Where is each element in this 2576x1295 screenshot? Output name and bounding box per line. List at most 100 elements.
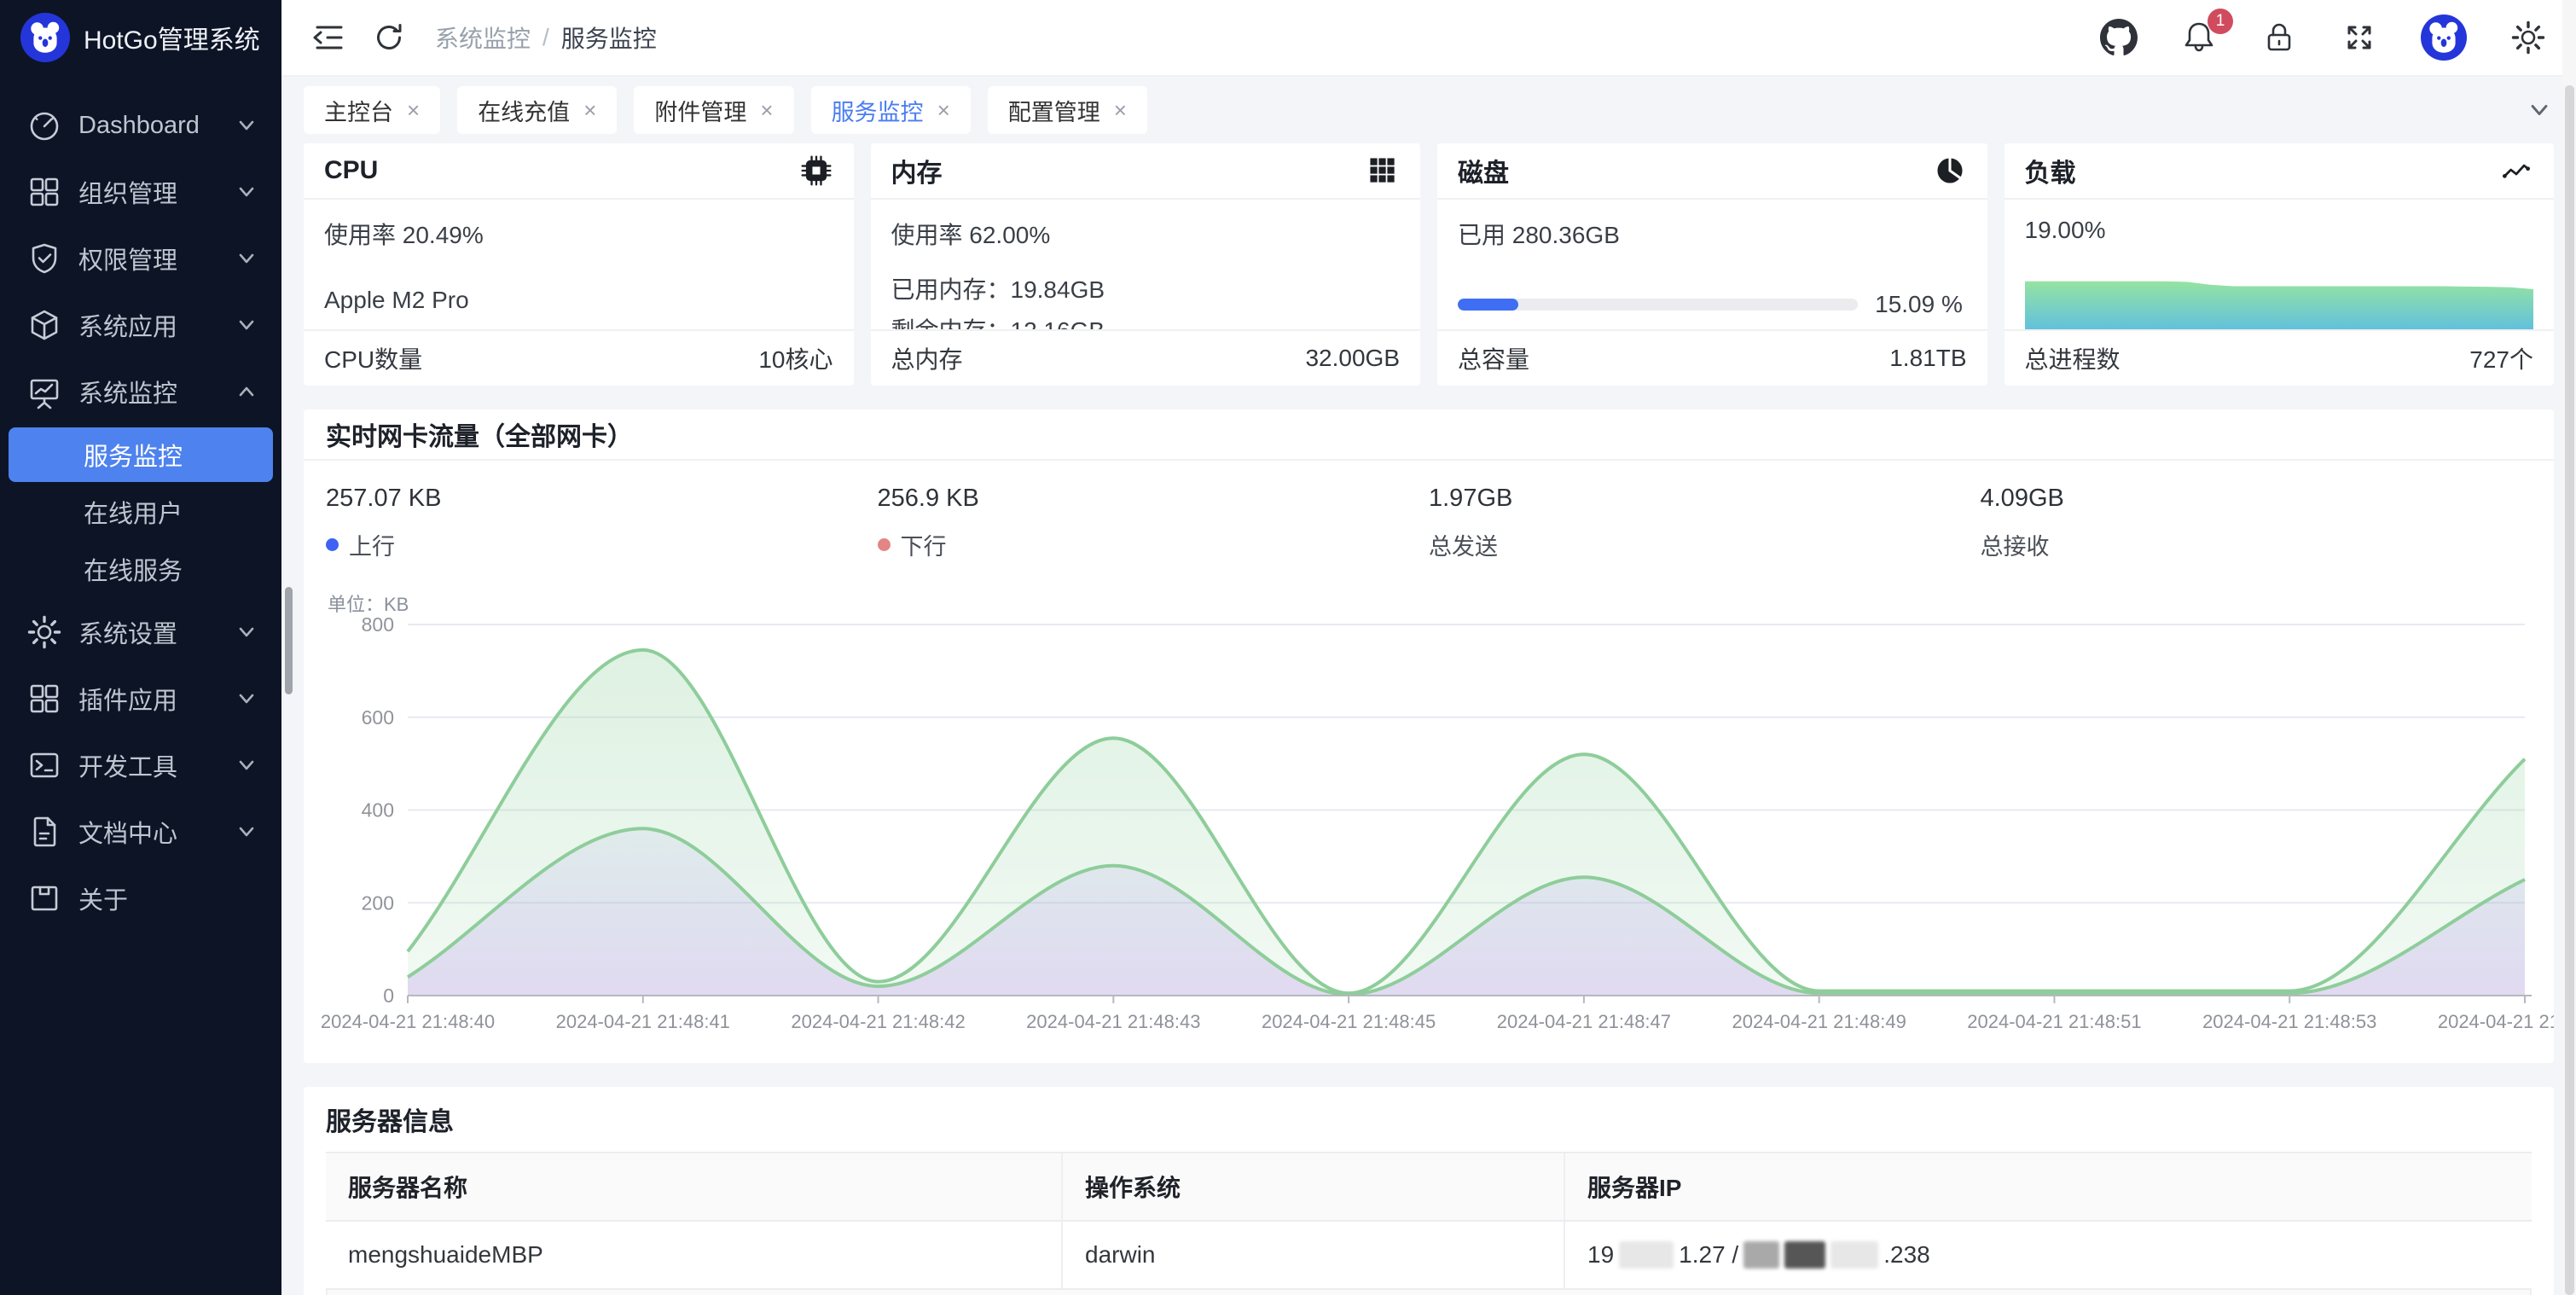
- stat-value: 257.07 KB: [326, 485, 878, 513]
- sidebar-item-dev-tools[interactable]: 开发工具: [0, 732, 281, 798]
- memory-free-text: 剩余内存：12.16GB: [891, 312, 1401, 329]
- sidebar-item-doc-center[interactable]: 文档中心: [0, 798, 281, 865]
- memory-usage-text: 使用率 62.00%: [891, 217, 1401, 251]
- server-ip-cell: 191.27 /.238: [1564, 1221, 2532, 1289]
- sidebar-item-system-settings[interactable]: 系统设置: [0, 599, 281, 665]
- load-card-title: 负载: [2025, 152, 2076, 189]
- logo-row[interactable]: HotGo管理系统: [0, 0, 281, 75]
- tabs-collapse-chevron-icon[interactable]: [2525, 96, 2554, 125]
- load-sparkline: [2025, 280, 2534, 329]
- server-info-panel: 服务器信息 服务器名称操作系统服务器IP mengshuaideMBPdarwi…: [304, 1087, 2554, 1295]
- server-table-wrap: 服务器名称操作系统服务器IP mengshuaideMBPdarwin191.2…: [304, 1152, 2554, 1295]
- tab-online-recharge[interactable]: 在线充值×: [457, 86, 617, 134]
- breadcrumb-parent[interactable]: 系统监控: [435, 20, 531, 55]
- close-tab-icon[interactable]: ×: [407, 99, 420, 121]
- sidebar-item-label: 开发工具: [78, 747, 234, 783]
- tab-config-manage[interactable]: 配置管理 ×: [988, 86, 1147, 134]
- bell-icon[interactable]: 1: [2180, 19, 2218, 56]
- stat-value: 256.9 KB: [878, 485, 1430, 513]
- sidebar-item-about[interactable]: 关于: [0, 865, 281, 932]
- tabs-bar: 主控台×在线充值×附件管理×服务监控×配置管理×: [281, 77, 2576, 143]
- close-tab-icon[interactable]: ×: [1114, 99, 1127, 121]
- chevron-up-icon: [234, 379, 259, 404]
- sidebar-item-label: 权限管理: [78, 241, 234, 276]
- cpu-footer-label: CPU数量: [324, 341, 422, 375]
- refresh-icon[interactable]: [370, 19, 408, 56]
- redacted-ip-block: [1830, 1241, 1878, 1269]
- cpu-card-title: CPU: [324, 156, 378, 185]
- svg-text:2024-04-21 21:48:41: 2024-04-21 21:48:41: [556, 1011, 730, 1032]
- network-stat-0: 257.07 KB上行: [326, 485, 878, 561]
- sidebar-item-label: 系统应用: [78, 307, 234, 343]
- page-content: CPU 使用率 20.49% Apple M2 Pro CPU数量 10核心 内…: [281, 143, 2576, 1295]
- stat-label: 下行: [878, 528, 1430, 561]
- svg-text:600: 600: [362, 706, 394, 729]
- sidebar-item-label: 关于: [78, 880, 234, 916]
- svg-text:2024-04-21 21:48:55: 2024-04-21 21:48:55: [2438, 1011, 2554, 1032]
- collapse-sidebar-icon[interactable]: [310, 19, 348, 56]
- sidebar-subitem-online-users[interactable]: 在线用户: [9, 485, 273, 539]
- disk-footer-label: 总容量: [1458, 341, 1529, 375]
- sidebar-subitem-online-services[interactable]: 在线服务: [9, 542, 273, 596]
- chevron-down-icon: [234, 246, 259, 271]
- fullscreen-icon[interactable]: [2341, 19, 2378, 56]
- breadcrumb-separator: /: [542, 24, 549, 51]
- sidebar: HotGo管理系统 Dashboard组织管理权限管理系统应用系统监控服务监控在…: [0, 0, 281, 1295]
- page-scrollbar[interactable]: [2562, 0, 2576, 1295]
- sidebar-item-plugin-apps[interactable]: 插件应用: [0, 665, 281, 732]
- server-table-header-2: 服务器IP: [1564, 1153, 2532, 1221]
- sidebar-item-permission-manage[interactable]: 权限管理: [0, 225, 281, 292]
- terminal-icon: [26, 746, 63, 784]
- sidebar-item-org-manage[interactable]: 组织管理: [0, 159, 281, 225]
- disk-percent-text: 15.09 %: [1871, 288, 1967, 321]
- page-scrollbar-thumb[interactable]: [2565, 85, 2574, 1295]
- sidebar-item-dashboard[interactable]: Dashboard: [0, 92, 281, 159]
- redacted-ip-block: [1743, 1241, 1779, 1269]
- disk-footer-value: 1.81TB: [1889, 345, 1966, 372]
- server-name-cell: mengshuaideMBP: [326, 1221, 1062, 1289]
- sidebar-item-system-apps[interactable]: 系统应用: [0, 292, 281, 358]
- close-tab-icon[interactable]: ×: [583, 99, 596, 121]
- svg-text:2024-04-21 21:48:47: 2024-04-21 21:48:47: [1497, 1011, 1671, 1032]
- memory-used-text: 已用内存：19.84GB: [891, 271, 1401, 305]
- stat-cards-row: CPU 使用率 20.49% Apple M2 Pro CPU数量 10核心 内…: [304, 143, 2554, 386]
- lock-icon[interactable]: [2260, 19, 2298, 56]
- server-table-header-1: 操作系统: [1062, 1153, 1564, 1221]
- sidebar-item-label: 插件应用: [78, 681, 234, 717]
- cpu-card: CPU 使用率 20.49% Apple M2 Pro CPU数量 10核心: [304, 143, 854, 386]
- chevron-down-icon: [234, 179, 259, 205]
- svg-text:400: 400: [362, 799, 394, 822]
- network-stat-3: 4.09GB总接收: [1981, 485, 2532, 561]
- tab-label: 附件管理: [654, 94, 746, 127]
- disk-usage-progressbar: 15.09 %: [1458, 288, 1967, 321]
- content-scrollbar-thumb[interactable]: [285, 587, 293, 694]
- stat-label: 总发送: [1429, 528, 1981, 561]
- disk-card-title: 磁盘: [1458, 152, 1509, 189]
- sidebar-subitem-service-monitor[interactable]: 服务监控: [9, 427, 273, 482]
- tab-label: 配置管理: [1008, 94, 1100, 127]
- cpu-footer-value: 10核心: [758, 341, 833, 375]
- gear-icon[interactable]: [2509, 19, 2547, 56]
- tab-attachment-manage[interactable]: 附件管理 ×: [634, 86, 793, 134]
- disk-used-text: 已用 280.36GB: [1458, 217, 1967, 251]
- chevron-down-icon: [234, 619, 259, 645]
- notification-badge: 1: [2208, 9, 2233, 34]
- cpu-model-text: Apple M2 Pro: [324, 287, 833, 314]
- network-stat-2: 1.97GB总发送: [1429, 485, 1981, 561]
- close-tab-icon[interactable]: ×: [937, 99, 950, 121]
- tabs: 主控台×在线充值×附件管理×服务监控×配置管理×: [304, 86, 2525, 134]
- tab-console[interactable]: 主控台×: [304, 86, 440, 134]
- sidebar-item-system-monitor[interactable]: 系统监控: [0, 358, 281, 425]
- breadcrumb: 系统监控 / 服务监控: [435, 20, 657, 55]
- svg-text:0: 0: [383, 984, 394, 1007]
- user-avatar[interactable]: [2421, 15, 2467, 61]
- memory-footer-value: 32.00GB: [1305, 345, 1400, 372]
- tab-service-monitor[interactable]: 服务监控×: [811, 86, 971, 134]
- disk-card: 磁盘 已用 280.36GB 15.09 % 总容量 1.81TB: [1437, 143, 1987, 386]
- memory-card: 内存 使用率 62.00% 已用内存：19.84GB 剩余内存：12.16GB …: [871, 143, 1421, 386]
- server-table-row: mengshuaideMBPdarwin191.27 /.238: [326, 1221, 2532, 1289]
- close-tab-icon[interactable]: ×: [760, 99, 773, 121]
- github-icon[interactable]: [2100, 19, 2138, 56]
- chevron-down-icon: [234, 113, 259, 138]
- chevron-down-icon: [234, 819, 259, 845]
